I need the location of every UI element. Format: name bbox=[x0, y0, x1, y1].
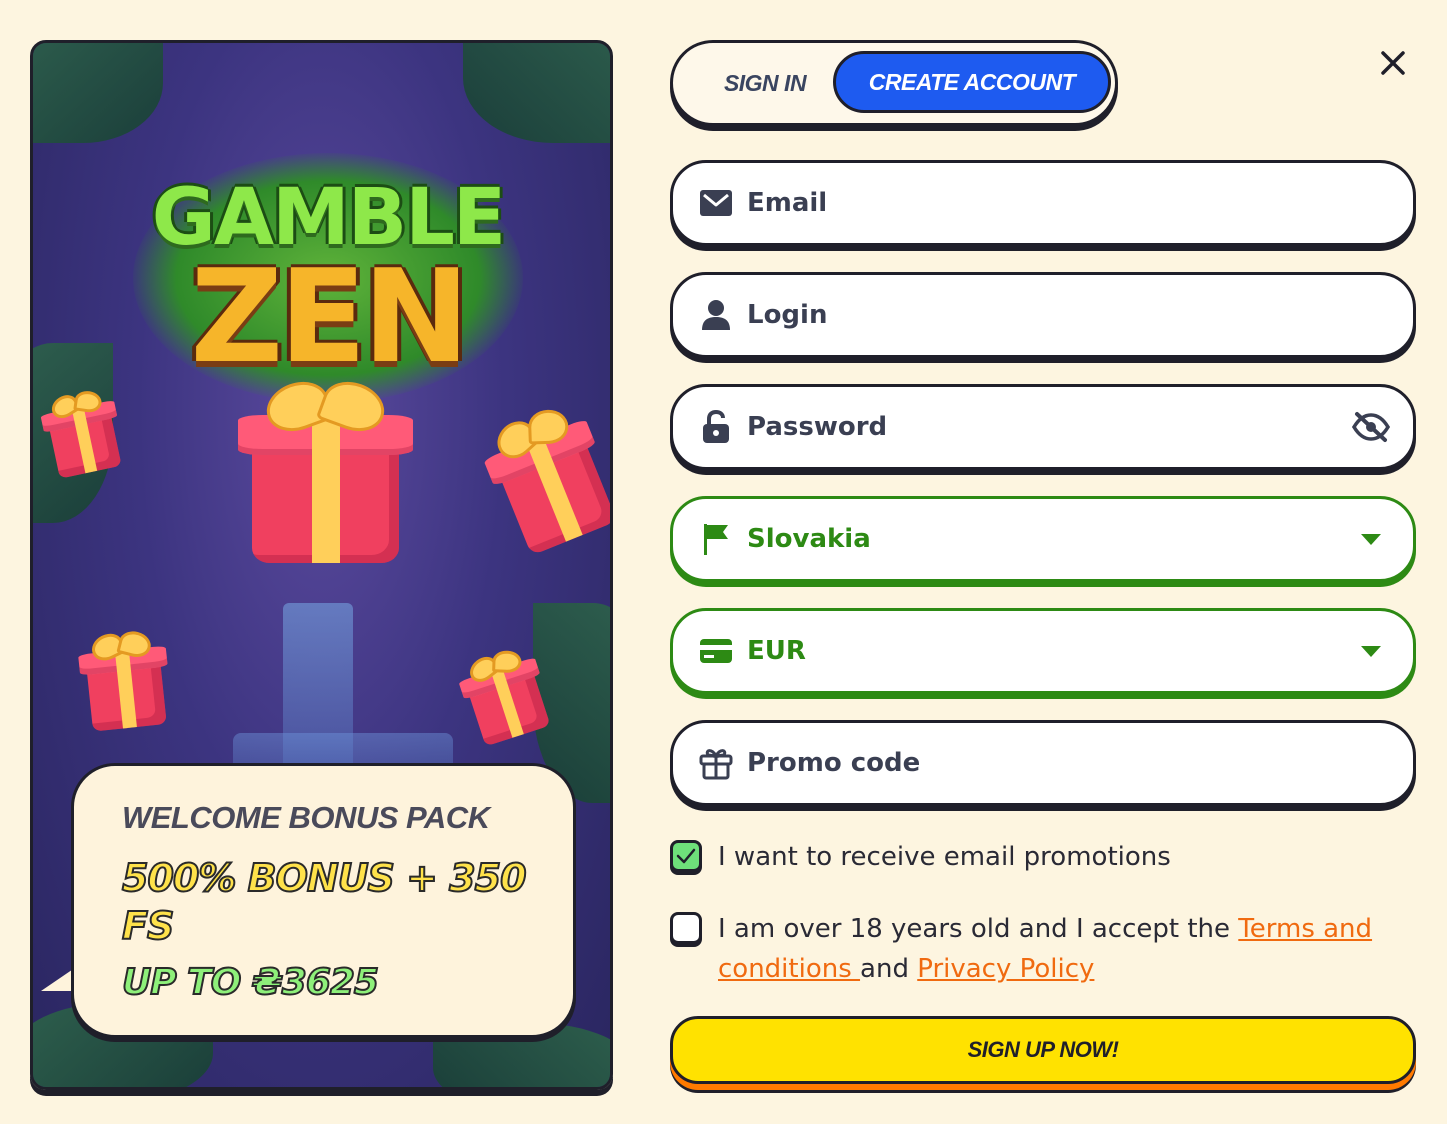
gift-box-icon bbox=[76, 628, 173, 733]
promo-code-field[interactable]: Promo code bbox=[670, 720, 1416, 806]
country-value: Slovakia bbox=[747, 524, 871, 554]
password-field[interactable]: Password bbox=[670, 384, 1416, 470]
palm-leaf-decoration bbox=[463, 43, 610, 143]
bonus-offer: 500% BONUS + 350 FS bbox=[121, 855, 528, 949]
promo-code-placeholder: Promo code bbox=[747, 748, 921, 778]
email-promotions-checkbox[interactable] bbox=[670, 840, 702, 872]
chevron-down-icon bbox=[1351, 631, 1391, 671]
welcome-bonus-bubble: WELCOME BONUS PACK 500% BONUS + 350 FS U… bbox=[71, 763, 576, 1038]
palm-leaf-decoration bbox=[33, 43, 163, 143]
chevron-down-icon bbox=[1351, 519, 1391, 559]
flag-icon bbox=[699, 522, 733, 556]
currency-select[interactable]: EUR bbox=[670, 608, 1416, 694]
terms-middle: and bbox=[860, 954, 918, 984]
close-icon bbox=[1381, 51, 1405, 75]
terms-row: I am over 18 years old and I accept the … bbox=[670, 912, 1416, 989]
email-field[interactable]: Email bbox=[670, 160, 1416, 246]
terms-checkbox[interactable] bbox=[670, 912, 702, 944]
bonus-title: WELCOME BONUS PACK bbox=[122, 800, 490, 835]
brand-logo: GAMBLE ZEN bbox=[93, 133, 563, 423]
envelope-icon bbox=[699, 186, 733, 220]
bonus-cap: UP TO ₴3625 bbox=[121, 961, 380, 1004]
logo-word-zen: ZEN bbox=[190, 243, 469, 392]
login-placeholder: Login bbox=[747, 300, 828, 330]
login-field[interactable]: Login bbox=[670, 272, 1416, 358]
credit-card-icon bbox=[699, 634, 733, 668]
gift-box-icon bbox=[38, 386, 128, 480]
password-placeholder: Password bbox=[747, 412, 888, 442]
tab-sign-in[interactable]: SIGN IN bbox=[695, 57, 835, 109]
privacy-policy-link[interactable]: Privacy Policy bbox=[917, 954, 1094, 984]
close-button[interactable] bbox=[1374, 44, 1412, 82]
user-icon bbox=[699, 298, 733, 332]
country-select[interactable]: Slovakia bbox=[670, 496, 1416, 582]
tab-create-account[interactable]: CREATE ACCOUNT bbox=[833, 51, 1111, 113]
promo-banner: GAMBLE ZEN WELCOME BONUS PACK 500% BONUS… bbox=[30, 40, 613, 1090]
sign-up-button[interactable]: SIGN UP NOW! bbox=[670, 1016, 1416, 1084]
checkmark-icon bbox=[676, 848, 696, 864]
terms-prefix: I am over 18 years old and I accept the bbox=[718, 914, 1239, 944]
gift-icon bbox=[699, 746, 733, 780]
currency-value: EUR bbox=[747, 636, 806, 666]
lock-icon bbox=[699, 410, 733, 444]
email-promotions-row: I want to receive email promotions bbox=[670, 840, 1416, 877]
gift-box-icon bbox=[238, 373, 413, 563]
eye-slash-icon[interactable] bbox=[1351, 407, 1391, 447]
auth-tabs: SIGN IN CREATE ACCOUNT bbox=[670, 40, 1118, 126]
terms-label: I am over 18 years old and I accept the … bbox=[718, 909, 1416, 989]
email-promotions-label: I want to receive email promotions bbox=[718, 842, 1171, 872]
email-placeholder: Email bbox=[747, 188, 828, 218]
